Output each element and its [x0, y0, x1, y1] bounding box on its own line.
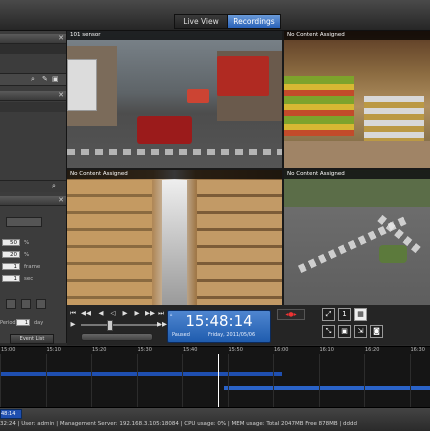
event-pane-header: ✕	[0, 91, 66, 101]
close-icon[interactable]: ✕	[58, 196, 64, 205]
camera-list-row[interactable]	[0, 44, 66, 54]
period-unit: day	[34, 320, 44, 326]
timeline-gridline	[318, 354, 320, 408]
play-forward-icon[interactable]: ▶	[121, 309, 129, 317]
camera-tile-1[interactable]: 101 sensor	[67, 31, 282, 168]
camera-tile-2[interactable]: No Content Assigned	[284, 31, 430, 168]
previous-sequence-icon[interactable]: ◀◀	[81, 309, 91, 317]
timeline-gridline	[0, 354, 1, 408]
camera-label-2: No Content Assigned	[284, 31, 430, 40]
timeline-gridline	[91, 354, 92, 408]
timeline-gridline	[227, 354, 229, 408]
sidebar: ✕ ⌕ ✎ ▣ ✕ ⌕ ✕ 50 % 20 % 1 frame 1 sec Pe…	[0, 31, 67, 344]
footer: 48:14 32:24 | User: admin | Management S…	[0, 407, 430, 431]
playback-clock: ⌂ 15:48:14 Paused Friday, 2011/05/06	[167, 310, 271, 343]
timeline-tick-label: 15:10	[46, 347, 61, 353]
option-icon-3[interactable]	[36, 299, 46, 309]
play-reverse-icon[interactable]: ◁	[109, 309, 117, 317]
export-icon[interactable]: ⇲	[354, 325, 367, 338]
timeline-tick-label: 15:30	[137, 347, 152, 353]
edit-icon[interactable]: ✎	[42, 75, 48, 83]
playback-controls: ⏮ ◀◀ ◀ ◁ ▶ ▶ ▶▶ ⏭ ▶ ▶▶ ⌂ 15:48:14 Paused…	[67, 305, 430, 345]
playback-status: Paused	[172, 332, 190, 338]
fast-forward-icon[interactable]: ▶▶	[157, 320, 167, 328]
period-label: Period	[0, 320, 16, 326]
camera-add-icon[interactable]: ▣	[52, 75, 59, 83]
status-bar: 32:24 | User: admin | Management Server:…	[0, 421, 358, 427]
timeline-tick-label: 16:20	[365, 347, 380, 353]
timeline-tick-label: 15:20	[92, 347, 107, 353]
go-to-start-icon[interactable]: ⏮	[69, 309, 77, 317]
spinner-unit-3: frame	[24, 264, 41, 270]
period-input[interactable]: 1	[16, 319, 30, 326]
option-icon-1[interactable]	[6, 299, 16, 309]
spinner-unit-1: %	[24, 240, 30, 246]
zoom-level[interactable]: 1	[338, 308, 351, 321]
frame-icon[interactable]: ▣	[338, 325, 351, 338]
event-pane-row[interactable]	[0, 102, 66, 112]
spinner-unit-2: %	[24, 252, 30, 258]
timeline-gridline	[409, 354, 411, 408]
playback-pane-header: ✕	[0, 196, 66, 206]
camera-tile-3[interactable]: No Content Assigned	[67, 170, 282, 305]
video-grid: 101 sensor No Content Assigned No Conten…	[67, 31, 430, 305]
timeline-gridline	[136, 354, 138, 408]
next-sequence-icon[interactable]: ▶▶	[145, 309, 155, 317]
timeline-tick-label: 16:30	[410, 347, 425, 353]
layout-grid-icon[interactable]: ▦	[354, 308, 367, 321]
camera-label-1: 101 sensor	[67, 31, 282, 40]
timeline-tick-label: 15:50	[228, 347, 243, 353]
camera-label-3: No Content Assigned	[67, 170, 282, 179]
play-icon[interactable]: ▶	[69, 320, 77, 328]
spinner-value-3[interactable]: 1	[2, 263, 20, 270]
camera-label-4: No Content Assigned	[284, 170, 430, 179]
tab-live-view[interactable]: Live View	[174, 14, 228, 29]
go-to-end-icon[interactable]: ⏭	[157, 309, 165, 317]
footer-time: 48:14	[1, 411, 16, 417]
camera-pane-header: ✕	[0, 34, 66, 44]
spinner-value-1[interactable]: 50	[2, 239, 20, 246]
tab-recordings[interactable]: Recordings	[227, 14, 281, 29]
step-back-icon[interactable]: ◀	[97, 309, 105, 317]
search-icon[interactable]: ⌕	[31, 75, 35, 84]
snapshot-camera-icon[interactable]: ◙	[370, 325, 383, 338]
recording-segment-1[interactable]	[0, 372, 282, 376]
spinner-value-4[interactable]: 1	[2, 275, 20, 282]
footer-time-marker: 48:14	[0, 409, 22, 419]
playback-date: Friday, 2011/05/06	[208, 332, 256, 338]
jog-shuttle[interactable]	[81, 333, 153, 341]
app-header: Live View Recordings	[0, 0, 430, 31]
speed-slider-track[interactable]	[81, 324, 161, 326]
spinner-value-2[interactable]: 20	[2, 251, 20, 258]
zoom-fit-icon[interactable]: ⤡	[322, 325, 335, 338]
option-icon-2[interactable]	[21, 299, 31, 309]
timeline-tick-label: 15:40	[183, 347, 198, 353]
speed-slider-handle[interactable]	[107, 320, 113, 331]
event-list-button[interactable]: Event List	[10, 334, 54, 344]
timeline-gridline	[182, 354, 183, 408]
record-indicator-icon[interactable]: ◂●▸	[277, 309, 305, 320]
camera-tile-4[interactable]: No Content Assigned	[284, 170, 430, 305]
camera-toolbar: ⌕ ✎ ▣	[0, 73, 66, 86]
search-icon[interactable]: ⌕	[52, 182, 56, 191]
timeline-cursor[interactable]	[218, 354, 219, 408]
timeline-tick-label: 16:10	[319, 347, 334, 353]
timeline[interactable]: 15:00 15:10 15:20 15:30 15:40 15:50 16:00 16:10…	[0, 346, 430, 408]
playback-time: 15:48:14	[185, 312, 253, 330]
pane-dropdown[interactable]	[6, 217, 42, 227]
close-icon[interactable]: ✕	[58, 91, 64, 100]
timeline-gridline	[364, 354, 365, 408]
timeline-gridline	[273, 354, 274, 408]
close-icon[interactable]: ✕	[58, 34, 64, 43]
timeline-tick-label: 16:00	[274, 347, 289, 353]
timeline-gridline	[45, 354, 47, 408]
timeline-tick-label: 15:00	[1, 347, 16, 353]
spinner-unit-4: sec	[24, 276, 34, 282]
fullscreen-icon[interactable]: ⤢	[322, 308, 335, 321]
step-forward-icon[interactable]: ▶	[133, 309, 141, 317]
recording-segment-2[interactable]	[224, 386, 430, 390]
event-search-bar: ⌕	[0, 180, 66, 192]
